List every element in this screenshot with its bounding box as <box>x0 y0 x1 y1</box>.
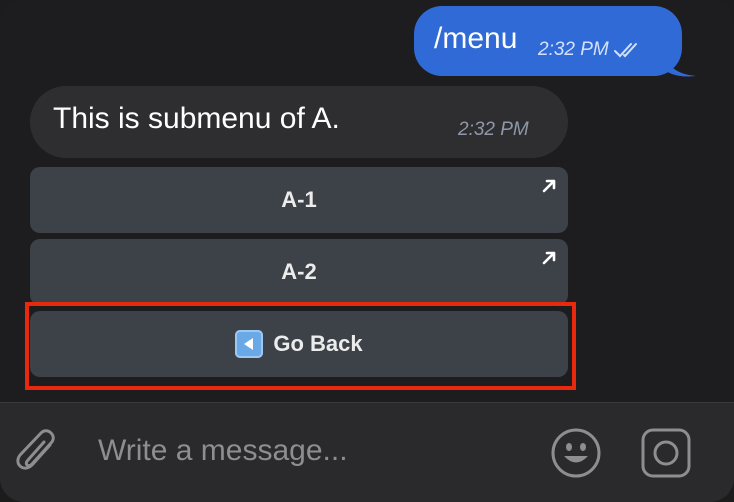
arrow-up-right-icon <box>542 251 556 265</box>
outgoing-message-meta: 2:32 PM <box>538 38 643 62</box>
double-check-icon <box>613 43 637 58</box>
back-arrow-icon <box>235 330 264 358</box>
message-input[interactable] <box>98 431 528 471</box>
message-composer <box>0 402 734 502</box>
arrow-up-right-icon <box>542 179 556 193</box>
incoming-message-time: 2:32 PM <box>458 119 529 140</box>
emoji-icon[interactable] <box>550 427 602 479</box>
inline-button-label: A-2 <box>281 259 317 284</box>
outgoing-bubble-tail <box>662 48 696 77</box>
message-list: /menu 2:32 PM This is submenu of A. 2:32… <box>0 0 734 402</box>
outgoing-message-text: /menu <box>434 22 518 55</box>
inline-button-label: Go Back <box>273 331 363 356</box>
outgoing-message-time: 2:32 PM <box>538 39 609 60</box>
chat-window: /menu 2:32 PM This is submenu of A. 2:32… <box>0 0 734 502</box>
inline-button-a1[interactable]: A-1 <box>30 167 568 233</box>
inline-button-label: A-1 <box>281 187 317 212</box>
inline-button-go-back[interactable]: Go Back <box>30 311 568 377</box>
paperclip-icon[interactable] <box>16 429 62 479</box>
inline-button-a2[interactable]: A-2 <box>30 239 568 305</box>
camera-icon[interactable] <box>640 427 692 479</box>
incoming-message-text: This is submenu of A. <box>53 102 340 135</box>
